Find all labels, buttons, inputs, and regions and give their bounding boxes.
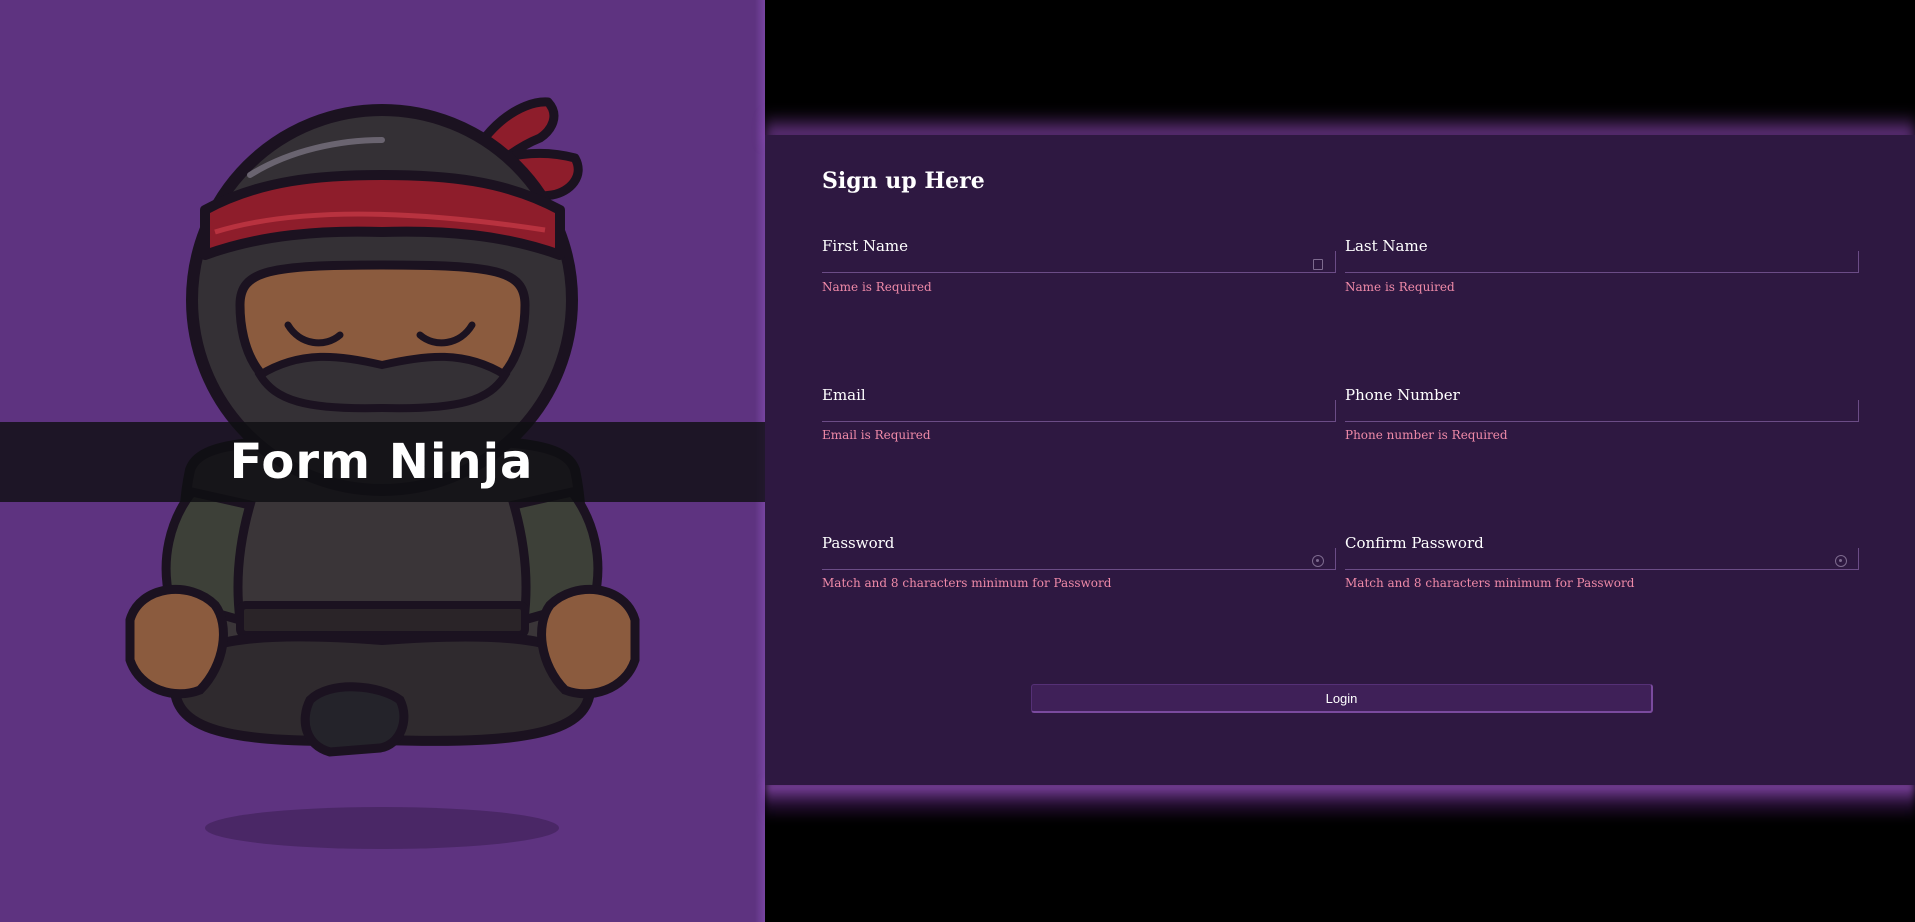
last-name-error: Name is Required <box>1345 280 1455 294</box>
email-error: Email is Required <box>822 428 931 442</box>
confirm-password-error: Match and 8 characters minimum for Passw… <box>1345 576 1635 590</box>
phone-input[interactable] <box>1345 400 1859 422</box>
panel-bottom-glow <box>765 781 1915 821</box>
email-input[interactable] <box>822 400 1336 422</box>
password-input[interactable] <box>822 548 1336 570</box>
last-name-input[interactable] <box>1345 251 1859 273</box>
phone-error: Phone number is Required <box>1345 428 1508 442</box>
brand-title: Form Ninja <box>229 434 534 490</box>
first-name-input[interactable] <box>822 251 1336 273</box>
confirm-password-input[interactable] <box>1345 548 1859 570</box>
login-button[interactable]: Login <box>1031 684 1653 713</box>
id-card-icon <box>1313 259 1323 270</box>
form-title: Sign up Here <box>822 168 985 194</box>
password-error: Match and 8 characters minimum for Passw… <box>822 576 1112 590</box>
first-name-error: Name is Required <box>822 280 932 294</box>
confirm-password-reveal-icon[interactable] <box>1835 555 1847 567</box>
password-reveal-icon[interactable] <box>1312 555 1324 567</box>
